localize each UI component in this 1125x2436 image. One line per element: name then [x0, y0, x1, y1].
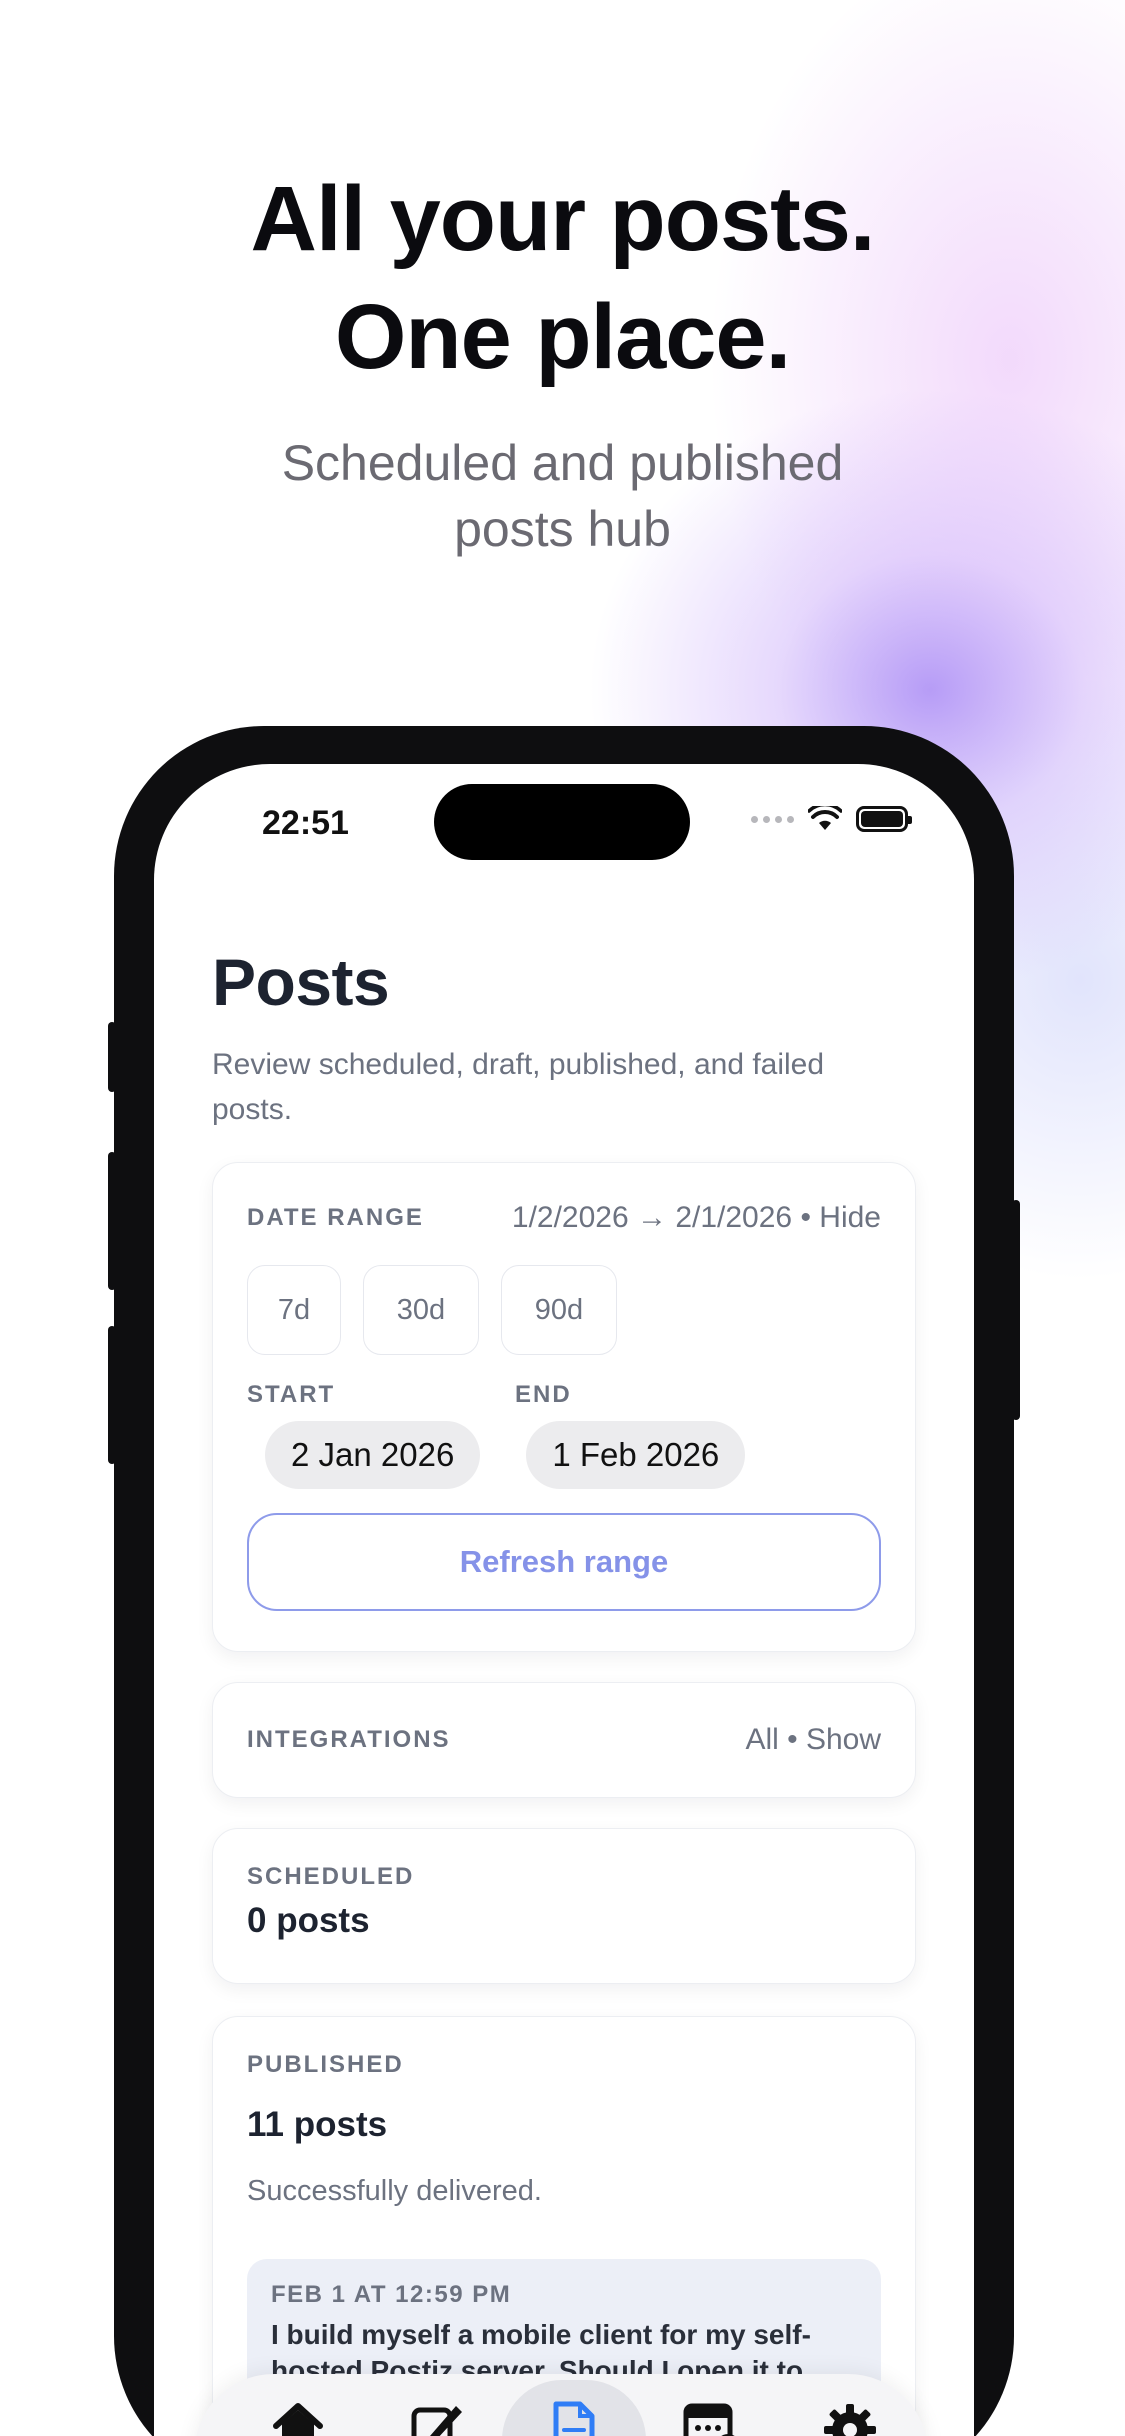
dynamic-island	[434, 784, 690, 860]
wifi-icon	[808, 806, 842, 830]
published-card[interactable]: PUBLISHED 11 posts Successfully delivere…	[212, 2016, 916, 2436]
posts-icon	[553, 2401, 595, 2436]
scheduled-card[interactable]: SCHEDULED 0 posts	[212, 1828, 916, 1984]
volume-down-button	[108, 1326, 116, 1464]
scheduled-count: 0 posts	[247, 1901, 370, 1940]
page-title: Posts	[212, 945, 390, 1019]
tab-calendar[interactable]	[662, 2374, 762, 2436]
tab-posts[interactable]	[502, 2374, 646, 2436]
compose-icon	[411, 2406, 462, 2436]
date-range-card: DATE RANGE 1/2/2026 → 2/1/2026 • Hide 7d…	[212, 1162, 916, 1652]
settings-icon	[824, 2404, 876, 2436]
hero: All your posts. One place. Scheduled and…	[0, 160, 1125, 562]
power-button	[1012, 1200, 1020, 1420]
date-range-summary[interactable]: 1/2/2026 → 2/1/2026 • Hide	[512, 1201, 881, 1235]
home-icon	[273, 2403, 323, 2436]
phone-screen: 22:51 Posts Review scheduled, draft, pub…	[154, 764, 974, 2436]
status-icons	[751, 806, 912, 832]
post-date: FEB 1 AT 12:59 PM	[271, 2281, 512, 2308]
tab-bar	[194, 2374, 928, 2436]
published-count: 11 posts	[247, 2105, 388, 2144]
tab-home[interactable]	[248, 2374, 348, 2436]
start-label: START	[247, 1381, 336, 1408]
date-field-labels: START END	[247, 1381, 881, 1409]
hero-title: All your posts. One place.	[0, 160, 1125, 396]
tab-settings[interactable]	[800, 2374, 900, 2436]
end-date-picker[interactable]: 1 Feb 2026	[526, 1421, 746, 1489]
calendar-icon	[683, 2403, 735, 2436]
scheduled-label: SCHEDULED	[247, 1863, 415, 1890]
date-range-label: DATE RANGE	[247, 1204, 424, 1231]
page-description: Review scheduled, draft, published, and …	[212, 1048, 825, 1126]
date-range-header[interactable]: DATE RANGE 1/2/2026 → 2/1/2026 • Hide	[247, 1201, 881, 1235]
cellular-signal-icon	[751, 815, 794, 823]
volume-up-button	[108, 1152, 116, 1290]
hero-subtitle-line2: posts hub	[454, 501, 671, 557]
phone-frame: 22:51 Posts Review scheduled, draft, pub…	[108, 726, 1020, 2436]
hero-title-line2: One place.	[334, 286, 791, 388]
battery-icon	[856, 806, 912, 832]
date-pickers: 2 Jan 2026 1 Feb 2026	[247, 1421, 881, 1489]
integrations-value[interactable]: All • Show	[745, 1723, 881, 1757]
status-time: 22:51	[262, 804, 349, 842]
action-button	[108, 1022, 116, 1092]
preset-7d-button[interactable]: 7d	[247, 1265, 341, 1355]
hero-subtitle-line1: Scheduled and published	[281, 435, 844, 491]
tab-compose[interactable]	[386, 2374, 486, 2436]
range-preset-chips: 7d 30d 90d	[247, 1265, 881, 1355]
published-note: Successfully delivered.	[247, 2175, 542, 2207]
preset-90d-button[interactable]: 90d	[501, 1265, 617, 1355]
end-label: END	[515, 1381, 572, 1408]
refresh-range-button[interactable]: Refresh range	[247, 1513, 881, 1611]
hero-subtitle: Scheduled and published posts hub	[0, 430, 1125, 562]
hero-title-line1: All your posts.	[250, 168, 876, 270]
integrations-label: INTEGRATIONS	[247, 1726, 451, 1753]
preset-30d-button[interactable]: 30d	[363, 1265, 479, 1355]
published-label: PUBLISHED	[247, 2051, 404, 2078]
integrations-card[interactable]: INTEGRATIONS All • Show	[212, 1682, 916, 1798]
start-date-picker[interactable]: 2 Jan 2026	[265, 1421, 481, 1489]
